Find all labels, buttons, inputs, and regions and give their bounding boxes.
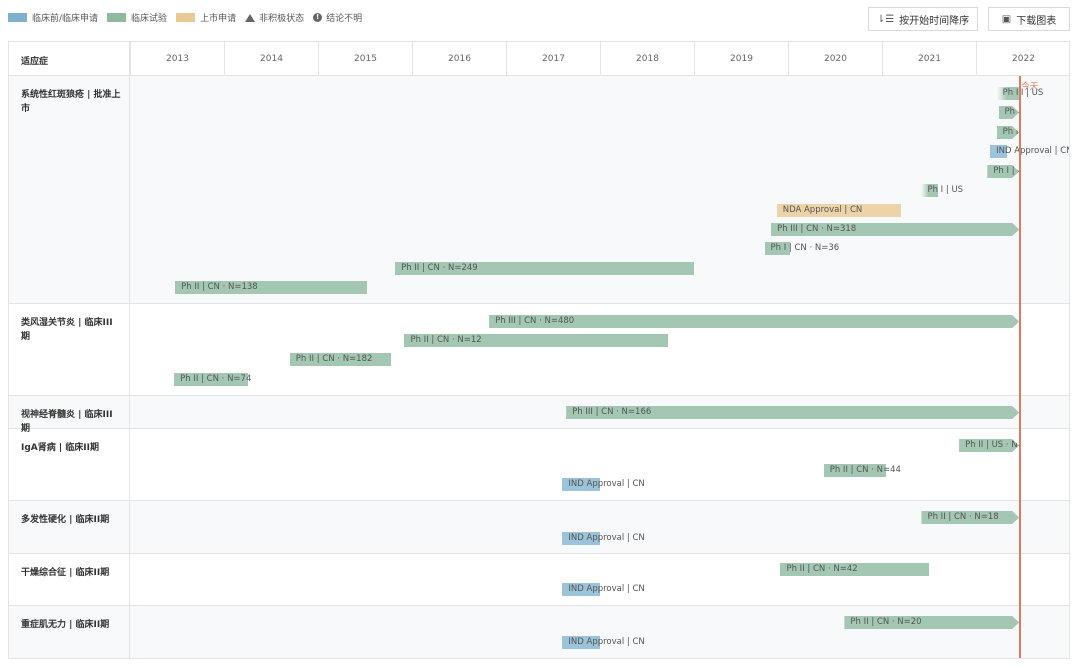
year-header-2013: 2013 [130,42,224,75]
trial-bar-label: Ph II | CN · N=74 [180,374,252,384]
trial-bar[interactable]: Ph II | CN · N=249 [395,262,694,275]
trial-bar-label: IND Approval | CN [568,584,645,594]
trial-bar[interactable]: Ph I | CN · N=36 [764,242,839,255]
trial-bar-label: IND Approval | CN [568,533,645,543]
trial-bar[interactable]: Ph III | CN · N=480 [489,315,1019,328]
trial-bar-label: Ph II | CN · N=42 [786,564,858,574]
indication-label: 系统性红斑狼疮 | 批准上市 [21,90,121,114]
today-marker-line [1019,76,1022,658]
download-chart-icon: ▣ [1001,13,1012,25]
indication-label: 类风湿关节炎 | 临床III期 [21,318,113,342]
blue-swatch-icon [8,13,27,22]
legend-item[interactable]: 非积极状态 [245,11,304,24]
trial-bar[interactable]: Ph II | CN · N=20 [844,616,1019,629]
trial-bar[interactable]: Ph II | US · N=30 [959,439,1019,452]
trial-bar[interactable]: Ph II | CN · N=42 [780,563,929,576]
trial-bar[interactable]: IND Approval | CN [562,532,645,545]
trial-bar-label: Ph I | CN · N=36 [770,243,840,253]
info-circle-icon: ! [313,13,323,22]
trial-bar-label: NDA Approval | CN [782,205,863,215]
indication-row: IgA肾病 | 临床II期 [9,429,1069,501]
legend-item[interactable]: ! 结论不明 [313,11,362,24]
indication-row: 重症肌无力 | 临床II期 [9,606,1069,658]
trial-bar[interactable]: IND Approval | CN [562,478,645,491]
indication-label: IgA肾病 | 临床II期 [21,443,100,453]
year-header-2019: 2019 [694,42,788,75]
trial-bar[interactable]: Ph II | CN · N=138 [175,281,367,294]
trial-bar[interactable]: Ph I | US [921,184,963,197]
trial-bar[interactable]: Ph II | CN · N=74 [174,373,252,386]
trial-bar-label: Ph II | CN · N=12 [410,335,482,345]
trial-bar-label: Ph III | CN · N=166 [572,407,652,417]
indication-row: 干燥综合征 | 临床II期 [9,554,1069,606]
trial-bar[interactable]: Ph II | CN · N=182 [289,353,392,366]
download-chart-button[interactable]: ▣ 下载图表 [988,7,1070,31]
indication-row: 多发性硬化 | 临床II期 [9,501,1069,554]
pipeline-timeline-chart: 适应症 2013 2014 2015 2016 2017 2018 2019 2020 2021… [8,41,1070,659]
legend-item[interactable]: 临床前/临床申请 [8,11,98,24]
timeline-header: 适应症 2013 2014 2015 2016 2017 2018 2019 2020 2021… [9,42,1069,76]
orange-swatch-icon [176,13,196,22]
legend-label: 临床试验 [131,14,168,24]
year-header-2016: 2016 [412,42,506,75]
trial-bar-label: Ph III | CN · N=480 [495,316,575,326]
year-header-2017: 2017 [506,42,600,75]
year-header-2021: 2021 [882,42,976,75]
trial-bar[interactable]: NDA Approval | CN [776,204,901,217]
today-label: 今天 [1021,82,1039,92]
green-swatch-icon [107,13,127,22]
trial-bar-label: Ph I | US [927,185,964,195]
trial-bar[interactable]: IND Approval | CN [990,145,1069,158]
trial-bar-label: Ph III | CN · N=318 [777,224,857,234]
year-header-2015: 2015 [318,42,412,75]
sort-button-label: 按开始时间降序 [899,15,970,27]
legend-label: 上市申请 [200,14,237,24]
trial-bar[interactable]: Ph II | CN · N=12 [404,334,668,347]
sort-list-icon: ⇂☰ [876,13,895,25]
trial-bar[interactable]: Ph III | CN · N=318 [771,223,1019,236]
trial-bar[interactable]: Ph II | CN · N=18 [921,511,1019,524]
trial-bar-label: IND Approval | CN [996,146,1070,156]
year-header-2018: 2018 [600,42,694,75]
trial-bar[interactable]: Ph III | US [996,87,1043,100]
legend-label: 临床前/临床申请 [32,14,99,24]
trial-bar-label: Ph II | CN · N=138 [181,282,258,292]
label-column-divider [129,42,130,658]
toolbar: 临床前/临床申请 临床试验 上市申请 非积极状态! 结论不明 ⇂☰ 按开始时间降序 ▣ … [0,0,1080,40]
trial-bar-label: IND Approval | CN [568,637,645,647]
trial-bar[interactable]: IND Approval | CN [562,583,645,596]
indication-label: 多发性硬化 | 临床II期 [21,515,110,525]
year-header-2022: 2022 [976,42,1069,75]
sort-by-start-time-button[interactable]: ⇂☰ 按开始时间降序 [868,7,978,31]
trial-bar-label: Ph II | CN · N=20 [850,617,922,627]
indication-label: 重症肌无力 | 临床II期 [21,620,110,630]
download-button-label: 下载图表 [1016,15,1057,27]
legend-label: 非积极状态 [259,14,305,24]
trial-bar-label: Ph II | CN · N=249 [401,263,478,273]
legend-label: 结论不明 [326,14,363,24]
indication-label: 干燥综合征 | 临床II期 [21,568,110,578]
indication-column-header: 适应症 [21,57,49,67]
legend-item[interactable]: 上市申请 [176,11,236,24]
trial-bar-label: Ph II | CN · N=18 [927,512,999,522]
triangle-icon [245,13,256,22]
year-header-2020: 2020 [788,42,882,75]
year-header-2014: 2014 [224,42,318,75]
trial-bar[interactable]: Ph II | CN · N=44 [823,464,901,477]
trial-bar[interactable]: IND Approval | CN [562,636,645,649]
trial-bar-label: Ph II | CN · N=44 [829,465,901,475]
trial-bar-label: Ph II | CN · N=182 [295,354,373,364]
trial-bar[interactable]: Ph III | CN · N=166 [566,406,1019,419]
trial-bar-label: IND Approval | CN [568,479,645,489]
legend-item[interactable]: 临床试验 [107,11,167,24]
legend: 临床前/临床申请 临床试验 上市申请 非积极状态! 结论不明 [8,11,371,24]
